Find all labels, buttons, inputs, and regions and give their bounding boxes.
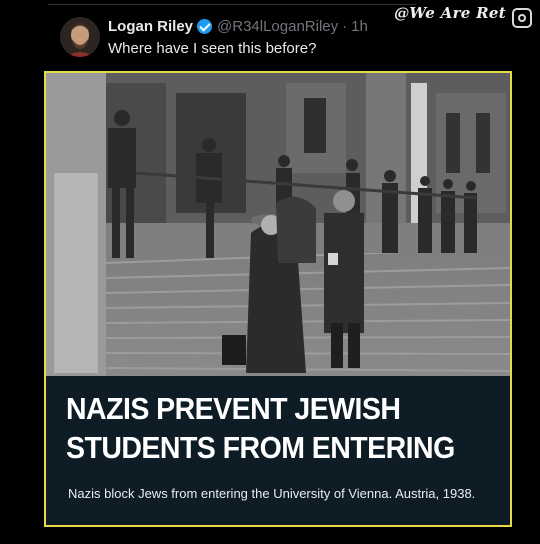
card-caption: Nazis block Jews from entering the Unive… [68,486,476,501]
tweet-header: Logan Riley @R34lLoganRiley · 1h [108,18,368,35]
watermark-text: @We Are Ret [394,4,506,22]
verified-badge-icon [197,19,213,34]
avatar-portrait [60,17,100,57]
historical-photo [46,73,510,376]
tweet-text: Where have I seen this before? [108,40,317,57]
author-name[interactable]: Logan Riley [108,18,193,35]
card-headline: NAZIS PREVENT JEWISH STUDENTS FROM ENTER… [66,391,455,465]
separator-dot: · [342,18,348,35]
avatar[interactable] [60,17,100,57]
author-handle[interactable]: @R34lLoganRiley [217,18,338,35]
watermark-camera-icon [512,8,532,28]
news-card[interactable]: NAZIS PREVENT JEWISH STUDENTS FROM ENTER… [44,71,512,527]
top-divider [48,4,416,5]
tweet-time[interactable]: 1h [351,18,368,35]
